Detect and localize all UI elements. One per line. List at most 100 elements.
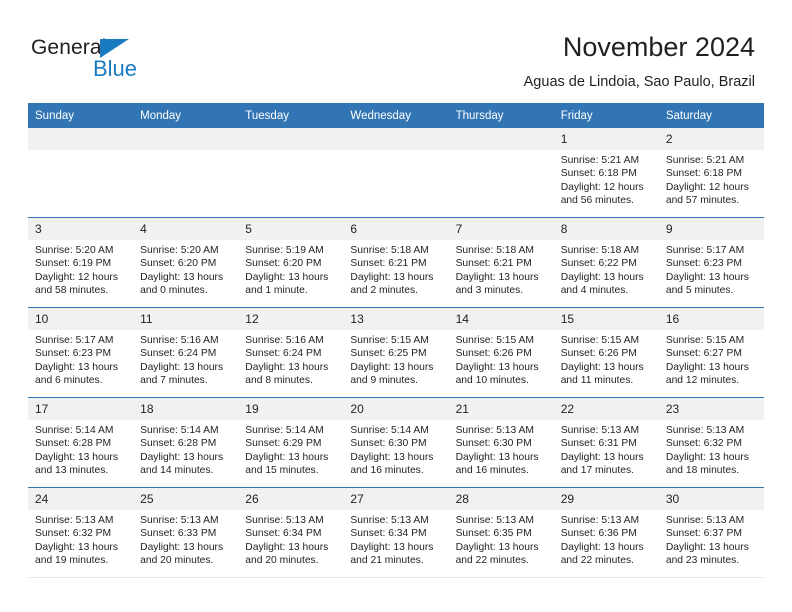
day-details: Sunrise: 5:18 AM Sunset: 6:21 PM Daylight:… [343, 240, 448, 298]
calendar-day-cell[interactable]: 10 Sunrise: 5:17 AM Sunset: 6:23 PM Dayligh… [28, 307, 134, 398]
day-details: Sunrise: 5:15 AM Sunset: 6:25 PM Daylight:… [343, 330, 448, 388]
calendar-day-cell[interactable]: 25 Sunrise: 5:13 AM Sunset: 6:33 PM Dayligh… [133, 487, 239, 578]
daylight-text: Daylight: 13 hours and 7 minutes. [140, 361, 224, 387]
calendar-day-cell[interactable]: 2 Sunrise: 5:21 AM Sunset: 6:18 PM Daylight… [658, 128, 764, 218]
day-number [343, 128, 449, 150]
daylight-text: Daylight: 13 hours and 8 minutes. [245, 361, 329, 387]
sunset-text: Sunset: 6:23 PM [665, 258, 742, 270]
weekday-header-thursday: Thursday [448, 103, 554, 128]
sunset-text: Sunset: 6:24 PM [245, 348, 322, 360]
brand-name-blue: Blue [93, 56, 138, 81]
day-number: 10 [28, 308, 134, 330]
calendar-day-cell[interactable]: 22 Sunrise: 5:13 AM Sunset: 6:31 PM Dayligh… [553, 397, 659, 488]
calendar-day-cell[interactable]: 17 Sunrise: 5:14 AM Sunset: 6:28 PM Dayligh… [28, 397, 134, 488]
day-details: Sunrise: 5:14 AM Sunset: 6:28 PM Daylight:… [133, 420, 238, 478]
day-number: 9 [658, 218, 764, 240]
sunrise-text: Sunrise: 5:13 AM [245, 515, 324, 526]
calendar-day-cell[interactable]: 6 Sunrise: 5:18 AM Sunset: 6:21 PM Daylight… [343, 217, 449, 308]
calendar-day-cell[interactable]: 27 Sunrise: 5:13 AM Sunset: 6:34 PM Dayligh… [343, 487, 449, 578]
calendar-day-cell[interactable]: 1 Sunrise: 5:21 AM Sunset: 6:18 PM Daylight… [553, 128, 659, 218]
day-number: 1 [553, 128, 659, 150]
sunset-text: Sunset: 6:35 PM [455, 528, 532, 540]
day-details: Sunrise: 5:13 AM Sunset: 6:34 PM Daylight:… [238, 510, 343, 568]
day-details: Sunrise: 5:14 AM Sunset: 6:29 PM Daylight:… [238, 420, 343, 478]
sunrise-text: Sunrise: 5:13 AM [455, 515, 534, 526]
day-details: Sunrise: 5:13 AM Sunset: 6:33 PM Daylight:… [133, 510, 238, 568]
daylight-text: Daylight: 13 hours and 18 minutes. [665, 451, 749, 477]
sunrise-text: Sunrise: 5:15 AM [665, 335, 745, 346]
calendar-week-row: 10 Sunrise: 5:17 AM Sunset: 6:23 PM Dayligh… [28, 307, 764, 398]
day-number: 3 [28, 218, 134, 240]
day-details: Sunrise: 5:13 AM Sunset: 6:37 PM Daylight:… [659, 510, 764, 568]
calendar-day-cell[interactable]: 11 Sunrise: 5:16 AM Sunset: 6:24 PM Dayligh… [133, 307, 239, 398]
calendar-day-cell[interactable]: 5 Sunrise: 5:19 AM Sunset: 6:20 PM Daylight… [238, 217, 344, 308]
daylight-text: Daylight: 13 hours and 5 minutes. [665, 271, 749, 297]
calendar-day-cell[interactable]: 24 Sunrise: 5:13 AM Sunset: 6:32 PM Dayligh… [28, 487, 134, 578]
sunset-text: Sunset: 6:26 PM [560, 348, 637, 360]
calendar-day-cell-empty [343, 128, 449, 218]
day-details: Sunrise: 5:13 AM Sunset: 6:35 PM Daylight:… [449, 510, 554, 568]
calendar-day-cell[interactable]: 7 Sunrise: 5:18 AM Sunset: 6:21 PM Daylight… [448, 217, 554, 308]
calendar-day-cell[interactable]: 21 Sunrise: 5:13 AM Sunset: 6:30 PM Dayligh… [448, 397, 554, 488]
sunset-text: Sunset: 6:33 PM [140, 528, 217, 540]
calendar-day-cell[interactable]: 23 Sunrise: 5:13 AM Sunset: 6:32 PM Dayligh… [658, 397, 764, 488]
calendar-day-cell[interactable]: 13 Sunrise: 5:15 AM Sunset: 6:25 PM Dayligh… [343, 307, 449, 398]
sunset-text: Sunset: 6:20 PM [245, 258, 322, 270]
day-details: Sunrise: 5:15 AM Sunset: 6:27 PM Daylight:… [659, 330, 764, 388]
day-number: 6 [343, 218, 449, 240]
day-number: 20 [343, 398, 449, 420]
daylight-text: Daylight: 13 hours and 23 minutes. [665, 541, 749, 567]
sunset-text: Sunset: 6:18 PM [560, 168, 637, 180]
calendar-day-cell[interactable]: 4 Sunrise: 5:20 AM Sunset: 6:20 PM Daylight… [133, 217, 239, 308]
sunrise-text: Sunrise: 5:13 AM [560, 425, 640, 436]
calendar-page: General Blue November 2024 Aguas de Lind… [0, 0, 792, 612]
day-number: 21 [448, 398, 554, 420]
calendar-day-cell[interactable]: 29 Sunrise: 5:13 AM Sunset: 6:36 PM Dayligh… [553, 487, 659, 578]
calendar-day-cell[interactable]: 30 Sunrise: 5:13 AM Sunset: 6:37 PM Dayligh… [658, 487, 764, 578]
calendar-table: Sunday Monday Tuesday Wednesday Thursday… [28, 103, 764, 578]
daylight-text: Daylight: 13 hours and 10 minutes. [455, 361, 539, 387]
calendar-day-cell[interactable]: 20 Sunrise: 5:14 AM Sunset: 6:30 PM Dayligh… [343, 397, 449, 488]
day-details: Sunrise: 5:16 AM Sunset: 6:24 PM Daylight:… [238, 330, 343, 388]
calendar-day-cell[interactable]: 15 Sunrise: 5:15 AM Sunset: 6:26 PM Dayligh… [553, 307, 659, 398]
day-details: Sunrise: 5:18 AM Sunset: 6:22 PM Daylight:… [554, 240, 659, 298]
daylight-text: Daylight: 13 hours and 9 minutes. [350, 361, 434, 387]
daylight-text: Daylight: 12 hours and 57 minutes. [665, 181, 749, 207]
day-details: Sunrise: 5:20 AM Sunset: 6:19 PM Daylight:… [28, 240, 133, 298]
calendar-day-cell[interactable]: 19 Sunrise: 5:14 AM Sunset: 6:29 PM Dayligh… [238, 397, 344, 488]
daylight-text: Daylight: 13 hours and 19 minutes. [35, 541, 118, 567]
day-details: Sunrise: 5:13 AM Sunset: 6:31 PM Daylight:… [554, 420, 659, 478]
day-number: 30 [658, 488, 764, 510]
calendar-day-cell[interactable]: 28 Sunrise: 5:13 AM Sunset: 6:35 PM Dayligh… [448, 487, 554, 578]
calendar-day-cell[interactable]: 12 Sunrise: 5:16 AM Sunset: 6:24 PM Dayligh… [238, 307, 344, 398]
sunrise-text: Sunrise: 5:13 AM [665, 425, 745, 436]
calendar-day-cell[interactable]: 8 Sunrise: 5:18 AM Sunset: 6:22 PM Daylight… [553, 217, 659, 308]
brand-logo[interactable]: General Blue [31, 36, 251, 84]
day-number: 8 [553, 218, 659, 240]
day-details: Sunrise: 5:18 AM Sunset: 6:21 PM Daylight:… [449, 240, 554, 298]
day-details: Sunrise: 5:13 AM Sunset: 6:34 PM Daylight:… [343, 510, 448, 568]
sunrise-text: Sunrise: 5:15 AM [455, 335, 534, 346]
day-number: 16 [658, 308, 764, 330]
daylight-text: Daylight: 13 hours and 3 minutes. [455, 271, 539, 297]
day-number: 11 [133, 308, 239, 330]
daylight-text: Daylight: 13 hours and 17 minutes. [560, 451, 644, 477]
calendar-day-cell[interactable]: 26 Sunrise: 5:13 AM Sunset: 6:34 PM Dayligh… [238, 487, 344, 578]
calendar-day-cell[interactable]: 3 Sunrise: 5:20 AM Sunset: 6:19 PM Daylight… [28, 217, 134, 308]
daylight-text: Daylight: 12 hours and 58 minutes. [35, 271, 118, 297]
calendar-week-row: 3 Sunrise: 5:20 AM Sunset: 6:19 PM Daylight… [28, 217, 764, 308]
calendar-day-cell[interactable]: 14 Sunrise: 5:15 AM Sunset: 6:26 PM Dayligh… [448, 307, 554, 398]
sunset-text: Sunset: 6:22 PM [560, 258, 637, 270]
sunset-text: Sunset: 6:29 PM [245, 438, 322, 450]
sunset-text: Sunset: 6:36 PM [560, 528, 637, 540]
day-number: 18 [133, 398, 239, 420]
calendar-day-cell[interactable]: 16 Sunrise: 5:15 AM Sunset: 6:27 PM Dayligh… [658, 307, 764, 398]
calendar-day-cell[interactable]: 9 Sunrise: 5:17 AM Sunset: 6:23 PM Daylight… [658, 217, 764, 308]
calendar-day-cell[interactable]: 18 Sunrise: 5:14 AM Sunset: 6:28 PM Dayligh… [133, 397, 239, 488]
calendar-day-cell-empty [448, 128, 554, 218]
day-number: 23 [658, 398, 764, 420]
daylight-text: Daylight: 13 hours and 4 minutes. [560, 271, 644, 297]
day-details: Sunrise: 5:17 AM Sunset: 6:23 PM Daylight:… [28, 330, 133, 388]
weekday-header-saturday: Saturday [658, 103, 764, 128]
daylight-text: Daylight: 13 hours and 20 minutes. [140, 541, 224, 567]
